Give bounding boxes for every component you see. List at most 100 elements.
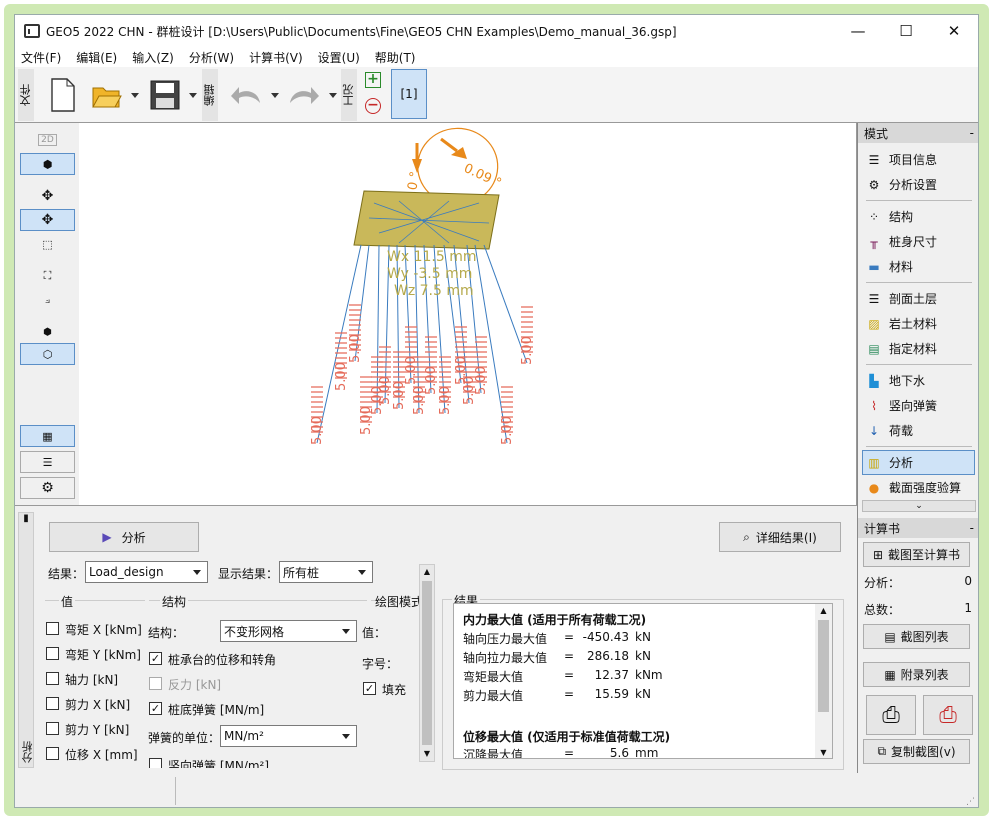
show-results-label: 显示结果： [218,567,279,581]
spring-unit-select[interactable]: MN/m² [220,725,357,747]
pile-dimension-icon: ╥ [870,234,878,249]
maximize-button[interactable]: ☐ [882,15,930,47]
toolbar-file-label: 文件 [18,69,34,121]
base-spring-checkbox[interactable]: ✓ [149,702,162,715]
menu-edit[interactable]: 编辑(E) [76,49,117,66]
open-file-button[interactable] [89,73,125,117]
appendix-list-button[interactable]: ▦ 附录列表 [863,662,970,687]
draw-group-clip: 绘图模式 [375,593,421,610]
vertical-spring-checkbox[interactable] [149,758,162,768]
stage-tab-1[interactable]: [1] [391,69,427,119]
mode-section-check[interactable]: ● 截面强度验算 [858,475,978,500]
style-button[interactable]: ☰ [20,451,75,473]
remove-stage-icon[interactable]: − [365,98,381,114]
total-count-value: 1 [964,601,972,615]
displacement-x-checkbox[interactable] [46,747,59,760]
mode-soils[interactable]: ▨ 岩土材料 [858,311,978,336]
result-row: 轴向压力最大值 = -450.43 kN [463,630,793,648]
report-collapse-button[interactable]: - [970,521,974,535]
toolbar-stage-label: 工况 [341,69,357,121]
redo-dropdown-arrow[interactable] [329,93,337,98]
scroll-thumb[interactable] [422,581,432,745]
results-textbox[interactable]: 内力最大值 (适用于所有荷载工况) 轴向压力最大值 = -450.43 kN 轴向拉力最… [453,603,833,759]
undo-button[interactable] [227,73,265,117]
results-scroll-thumb[interactable] [818,620,829,712]
print-pdf-button[interactable]: ⎙ [923,695,973,735]
scroll-down-arrow[interactable]: ▼ [420,747,434,761]
mode-materials[interactable]: ▬ 材料 [858,254,978,279]
structure-select-value: 不变形网格 [224,624,285,639]
rotate-button[interactable]: ✥ [20,209,75,231]
mode-analysis[interactable]: ▥ 分析 [862,450,975,475]
document-icon: ☰ [868,152,880,167]
copy-view-button[interactable]: ⧉ 复制截图(v) [863,739,970,764]
menu-report[interactable]: 计算书(V) [249,49,303,66]
axes-button[interactable]: ⟓ [20,289,75,311]
mode-loads[interactable]: ↓ 荷载 [858,418,978,443]
settings-button[interactable]: ⚙ [20,477,75,499]
moment-y-checkbox[interactable] [46,647,59,660]
cap-displacement-checkbox[interactable]: ✓ [149,652,162,665]
minimize-button[interactable]: — [834,15,882,47]
results-scroll-up[interactable]: ▲ [815,604,832,618]
table-view-button[interactable]: ▦ [20,425,75,447]
resize-grip-icon[interactable]: ⋰ [966,797,975,807]
undo-dropdown-arrow[interactable] [271,93,279,98]
menu-help[interactable]: 帮助(T) [375,49,416,66]
zoom-extents-button[interactable]: ⛶ [20,265,75,287]
left-scrollbar[interactable]: ▲ ▼ [419,564,435,762]
mode-water[interactable]: ▙ 地下水 [858,368,978,393]
moment-x-checkbox[interactable] [46,622,59,635]
axial-force-checkbox[interactable] [46,672,59,685]
view-front-button[interactable]: ⬢ [20,321,75,343]
shear-x-checkbox[interactable] [46,697,59,710]
mode-vertical-springs[interactable]: ⌇ 竖向弹簧 [858,393,978,418]
mode-project-info[interactable]: ☰ 项目信息 [858,147,978,172]
modes-collapse-button[interactable]: - [970,126,974,140]
mode-structure[interactable]: ⁘ 结构 [858,204,978,229]
structure-label: 结构： [148,626,185,640]
analyze-button[interactable]: ▶ 分析 [49,522,199,552]
view-2d-button[interactable]: 2D [20,129,75,151]
pan-button[interactable]: ✥ [20,185,75,207]
view-toolbar: 2D ⬢ ✥ ✥ ⬚ ⛶ ⟓ ⬢ ⬡ ▦ ☰ ⚙ [15,123,79,505]
close-button[interactable]: ✕ [930,15,978,47]
menu-settings[interactable]: 设置(U) [318,49,360,66]
reaction-checkbox[interactable] [149,677,162,690]
fill-checkbox[interactable]: ✓ [363,682,376,695]
frame-pin-icon[interactable]: ▮ [19,513,33,525]
result-select[interactable]: Load_design [85,561,208,583]
scroll-up-arrow[interactable]: ▲ [420,565,434,579]
view-iso-button[interactable]: ⬡ [20,343,75,365]
print-button[interactable]: ⎙ [866,695,916,735]
screenshot-list-button[interactable]: ▤ 截图列表 [863,624,970,649]
new-file-button[interactable] [45,73,81,117]
results-scroll-down[interactable]: ▼ [815,746,832,758]
save-button[interactable] [147,73,183,117]
mode-pile-dimensions[interactable]: ╥ 桩身尺寸 [858,229,978,254]
add-stage-icon[interactable]: + [365,72,381,88]
add-to-report-button[interactable]: ⊞ 截图至计算书 [863,542,970,567]
mode-analysis-settings[interactable]: ⚙ 分析设置 [858,172,978,197]
menu-file[interactable]: 文件(F) [21,49,61,66]
mode-label: 分析 [889,456,914,470]
structure-select[interactable]: 不变形网格 [220,620,357,642]
result-row: 沉降最大值 = 5.6 mm [463,746,793,758]
view-3d-button[interactable]: ⬢ [20,153,75,175]
modes-scroll-down[interactable]: ⌄ [862,500,976,512]
redo-button[interactable] [285,73,323,117]
show-results-select[interactable]: 所有桩 [279,561,373,583]
result-label: 结果： [48,567,85,581]
menu-input[interactable]: 输入(Z) [132,49,174,66]
mode-assign[interactable]: ▤ 指定材料 [858,336,978,361]
mode-profile[interactable]: ☰ 剖面土层 [858,286,978,311]
open-dropdown-arrow[interactable] [131,93,139,98]
structure-icon: ⁘ [868,209,880,224]
3d-view-canvas[interactable]: 0.09 ° 0.0 ° Wx 11.5 mm Wy -3.5 mm Wz 7.… [79,123,857,505]
detailed-results-button[interactable]: ⌕ 详细结果(I) [719,522,841,552]
shear-y-checkbox[interactable] [46,722,59,735]
save-dropdown-arrow[interactable] [189,93,197,98]
zoom-window-button[interactable]: ⬚ [20,233,75,255]
results-scrollbar[interactable]: ▲ ▼ [815,604,832,758]
menu-analysis[interactable]: 分析(W) [189,49,234,66]
